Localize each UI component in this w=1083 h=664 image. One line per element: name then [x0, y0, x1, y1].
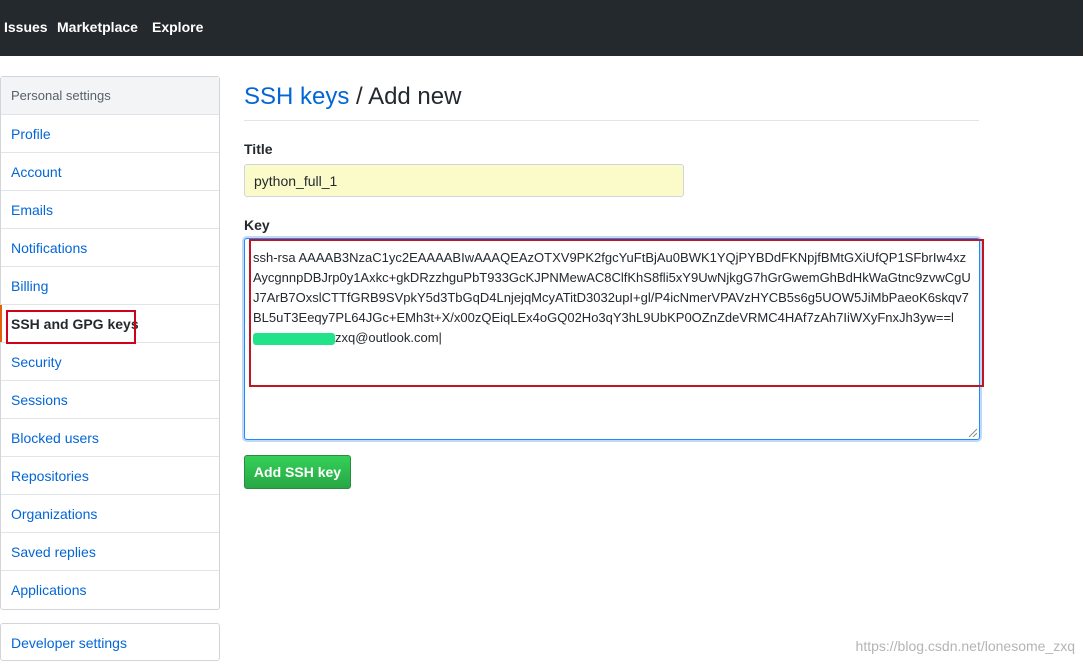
key-value-start: ssh-rsa AAAAB3NzaC1yc2EAAAABIwAAAQEAzOTX… [253, 250, 971, 325]
sidebar-item-billing[interactable]: Billing [1, 267, 219, 305]
page-title-current: Add new [368, 83, 462, 110]
redaction-mark [253, 332, 335, 345]
add-ssh-key-button[interactable]: Add SSH key [244, 455, 351, 489]
title-divider [244, 120, 979, 121]
sidebar-item-organizations[interactable]: Organizations [1, 495, 219, 533]
title-field-label: Title [244, 141, 273, 157]
key-field-label: Key [244, 217, 270, 233]
key-textarea-content: ssh-rsa AAAAB3NzaC1yc2EAAAABIwAAAQEAzOTX… [253, 248, 971, 348]
nav-explore-link[interactable]: Explore [152, 19, 203, 35]
ssh-keys-breadcrumb-link[interactable]: SSH keys [244, 83, 349, 110]
nav-marketplace-link[interactable]: Marketplace [57, 19, 138, 35]
selection-highlight-box [6, 310, 136, 344]
key-textarea[interactable]: ssh-rsa AAAAB3NzaC1yc2EAAAABIwAAAQEAzOTX… [244, 238, 984, 440]
page-title: SSH keys / Add new [244, 83, 461, 111]
sidebar-item-notifications[interactable]: Notifications [1, 229, 219, 267]
text-cursor: | [438, 330, 442, 345]
nav-issues-link[interactable]: Issues [4, 19, 48, 35]
sidebar-item-ssh-gpg-keys[interactable]: SSH and GPG keys [0, 305, 219, 344]
sidebar-header: Personal settings [1, 77, 219, 115]
sidebar-item-sessions[interactable]: Sessions [1, 381, 219, 419]
sidebar-item-profile[interactable]: Profile [1, 115, 219, 153]
breadcrumb-separator: / [349, 83, 369, 110]
sidebar-item-blocked-users[interactable]: Blocked users [1, 419, 219, 457]
sidebar-item-emails[interactable]: Emails [1, 191, 219, 229]
sidebar-item-account[interactable]: Account [1, 153, 219, 191]
title-input[interactable] [244, 164, 684, 197]
sidebar-item-security[interactable]: Security [1, 343, 219, 381]
top-navigation-bar: Issues Marketplace Explore [0, 0, 1083, 56]
sidebar-item-saved-replies[interactable]: Saved replies [1, 533, 219, 571]
sidebar-item-developer-settings[interactable]: Developer settings [0, 623, 220, 661]
sidebar-item-applications[interactable]: Applications [1, 571, 219, 609]
key-value-end: zxq@outlook.com [335, 330, 439, 345]
resize-handle-icon[interactable] [967, 427, 977, 437]
sidebar-item-repositories[interactable]: Repositories [1, 457, 219, 495]
watermark-text: https://blog.csdn.net/lonesome_zxq [855, 638, 1075, 654]
settings-sidebar: Personal settings Profile Account Emails… [0, 76, 220, 610]
